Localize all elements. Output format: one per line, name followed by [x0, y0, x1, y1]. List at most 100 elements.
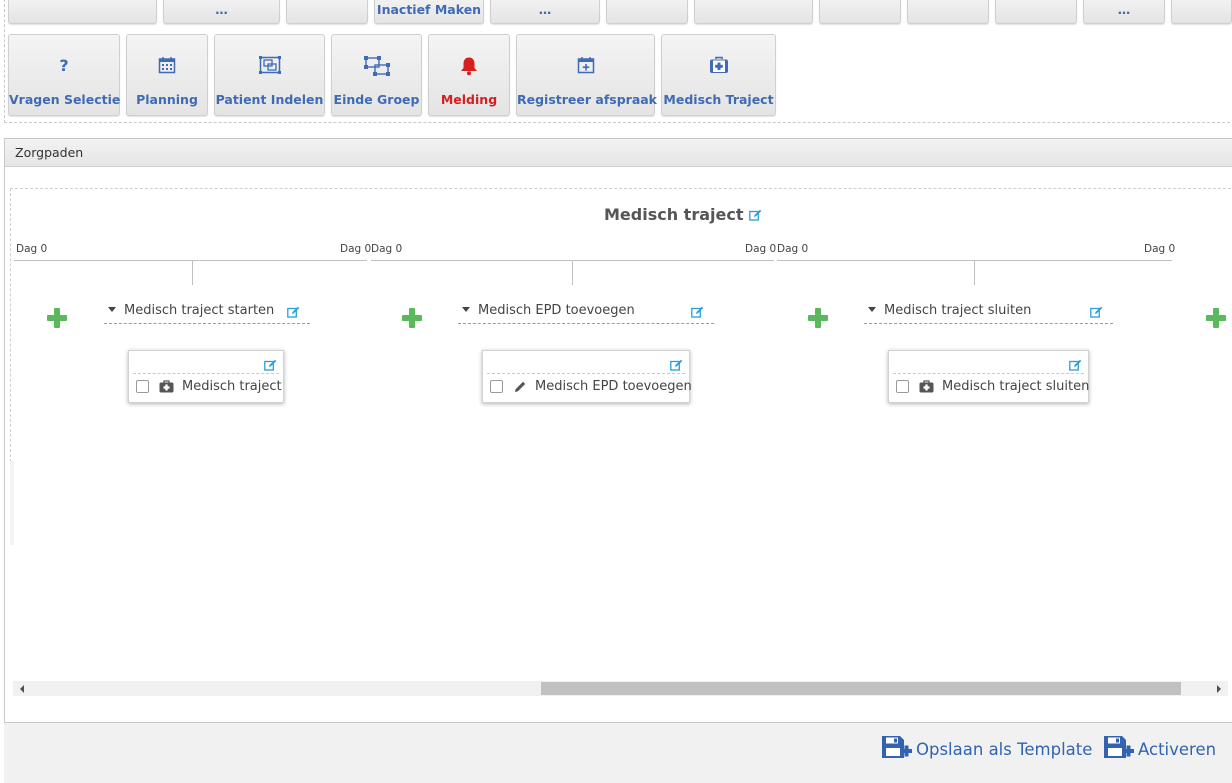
- patient-indelen-label: Patient Indelen: [215, 92, 324, 107]
- toolbar-button-6[interactable]: [606, 0, 688, 24]
- toolbar-button-8[interactable]: [819, 0, 901, 24]
- step-header-3: Medisch traject sluiten: [864, 299, 1113, 324]
- timeline-1-line: [14, 260, 367, 261]
- task-checkbox[interactable]: [896, 380, 909, 393]
- horizontal-scrollbar[interactable]: [13, 681, 1228, 696]
- timeline-1-start: Dag 0: [16, 243, 48, 255]
- scroll-right-icon[interactable]: [1217, 685, 1221, 693]
- task-card-2: Medisch EPD toevoegen: [482, 350, 692, 403]
- timeline-1-tick: [192, 261, 193, 285]
- task-card-1: Medisch traject: [128, 350, 284, 403]
- task-label: Medisch traject sluiten: [942, 379, 1090, 394]
- save-plus-icon: [1103, 733, 1138, 765]
- step-title: Medisch traject starten: [124, 303, 275, 318]
- planning-label: Planning: [136, 92, 198, 107]
- timeline-2-end: Dag 0: [745, 243, 777, 255]
- scroll-thumb[interactable]: [541, 682, 1181, 695]
- melding-label: Melding: [440, 92, 498, 107]
- task-label: Medisch traject: [182, 379, 282, 394]
- pathway-canvas: [10, 188, 1232, 462]
- task-card-3: Medisch traject sluiten: [888, 350, 1089, 403]
- panel-header: Zorgpaden: [5, 139, 1232, 167]
- question-icon: ?: [9, 56, 119, 76]
- task-card-header: [893, 351, 1084, 374]
- toolbar-button-10[interactable]: [995, 0, 1077, 24]
- toolbar-button-5[interactable]: …: [490, 0, 600, 24]
- task-card-header: [133, 351, 279, 374]
- medisch-traject-button[interactable]: Medisch Traject: [661, 34, 776, 116]
- timeline-2-start: Dag 0: [371, 243, 403, 255]
- medisch-traject-label: Medisch Traject: [663, 92, 774, 107]
- step-header-1: Medisch traject starten: [104, 299, 310, 324]
- ungroup-icon: [332, 56, 421, 76]
- vragen-selectie-button[interactable]: ? Vragen Selectie: [8, 34, 120, 116]
- task-label: Medisch EPD toevoegen: [535, 379, 692, 394]
- canvas-strip: [10, 461, 14, 545]
- planning-button[interactable]: Planning: [126, 34, 208, 116]
- melding-button[interactable]: Melding: [428, 34, 510, 116]
- edit-icon[interactable]: [1090, 303, 1103, 327]
- toolbar-button-label: …: [215, 2, 228, 17]
- step-header-2: Medisch EPD toevoegen: [458, 299, 714, 324]
- task-card-header: [487, 351, 685, 374]
- edit-icon[interactable]: [287, 303, 300, 327]
- edit-icon[interactable]: [264, 356, 277, 375]
- activeren-label: Activeren: [1138, 739, 1217, 759]
- pathway-title: Medisch traject: [604, 205, 762, 225]
- toolbar-button-7[interactable]: [694, 0, 813, 24]
- registreer-afspraak-button[interactable]: Registreer afspraak: [516, 34, 657, 116]
- save-template-button[interactable]: Opslaan als Template: [881, 733, 1092, 765]
- toolbar-button-9[interactable]: [907, 0, 989, 24]
- step-title: Medisch EPD toevoegen: [478, 303, 635, 318]
- task-row: Medisch traject: [136, 379, 282, 394]
- task-checkbox[interactable]: [136, 380, 149, 393]
- edit-icon[interactable]: [670, 356, 683, 375]
- calendar-plus-icon: [517, 56, 654, 76]
- add-step-button-2[interactable]: [402, 308, 422, 328]
- inactief-maken-button[interactable]: Inactief Maken: [374, 0, 484, 24]
- medkit-icon: [159, 380, 174, 393]
- timeline-3-start: Dag 0: [777, 243, 809, 255]
- scroll-left-icon[interactable]: [20, 685, 24, 693]
- bell-icon: [429, 56, 509, 76]
- toolbar-button-1[interactable]: [8, 0, 157, 24]
- add-step-button-1[interactable]: [47, 308, 67, 328]
- timeline-3-tick: [974, 261, 975, 285]
- toolbar-button-label: Inactief Maken: [376, 2, 482, 17]
- group-icon: [215, 56, 324, 76]
- patient-indelen-button[interactable]: Patient Indelen: [214, 34, 325, 116]
- caret-down-icon[interactable]: [108, 307, 116, 312]
- toolbar-button-3[interactable]: [286, 0, 368, 24]
- toolbar-button-label: …: [538, 2, 552, 17]
- add-step-button-4[interactable]: [1206, 308, 1226, 328]
- registreer-afspraak-label: Registreer afspraak: [517, 92, 657, 107]
- edit-icon[interactable]: [1069, 356, 1082, 375]
- timeline-2-tick: [572, 261, 573, 285]
- save-template-label: Opslaan als Template: [916, 739, 1093, 759]
- svg-text:?: ?: [59, 56, 68, 74]
- task-row: Medisch EPD toevoegen: [490, 379, 692, 394]
- caret-down-icon[interactable]: [868, 307, 876, 312]
- medkit-icon: [662, 56, 775, 76]
- edit-icon[interactable]: [749, 206, 762, 225]
- caret-down-icon[interactable]: [462, 307, 470, 312]
- task-row: Medisch traject sluiten: [896, 379, 1089, 394]
- timeline-1-end: Dag 0: [340, 243, 372, 255]
- einde-groep-label: Einde Groep: [333, 92, 420, 107]
- vragen-selectie-label: Vragen Selectie: [9, 92, 121, 107]
- task-checkbox[interactable]: [490, 380, 503, 393]
- timeline-3-end: Dag 0: [1144, 243, 1176, 255]
- einde-groep-button[interactable]: Einde Groep: [331, 34, 422, 116]
- toolbar-button-2[interactable]: …: [163, 0, 280, 24]
- step-title: Medisch traject sluiten: [884, 303, 1032, 318]
- pencil-icon: [513, 380, 527, 394]
- edit-icon[interactable]: [691, 303, 704, 327]
- pathway-title-text: Medisch traject: [604, 205, 744, 224]
- calendar-icon: [127, 56, 207, 76]
- activeren-button[interactable]: Activeren: [1103, 733, 1216, 765]
- toolbar-button-12[interactable]: [1171, 0, 1232, 24]
- toolbar-button-label: …: [1117, 2, 1131, 17]
- medkit-icon: [919, 380, 934, 393]
- add-step-button-3[interactable]: [808, 308, 828, 328]
- toolbar-button-11[interactable]: …: [1083, 0, 1165, 24]
